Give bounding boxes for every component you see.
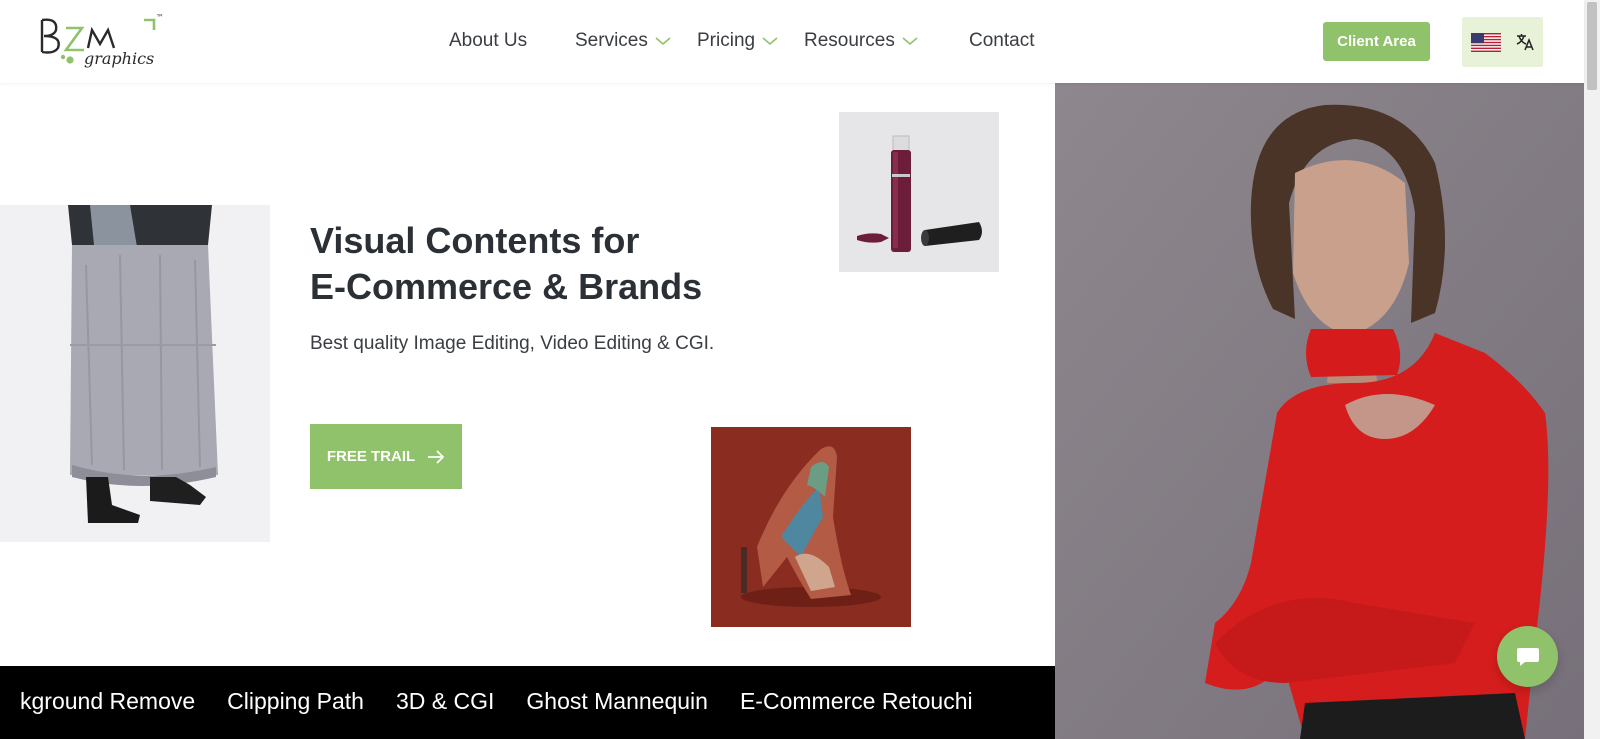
skirt-model-image xyxy=(0,205,270,542)
shoe-product-image xyxy=(711,427,911,627)
chevron-down-icon xyxy=(655,37,671,46)
ticker-item: kground Remove xyxy=(20,688,196,714)
language-switcher[interactable] xyxy=(1462,17,1543,67)
client-area-button[interactable]: Client Area xyxy=(1323,22,1430,61)
nav-contact[interactable]: Contact xyxy=(969,30,1034,52)
chevron-down-icon xyxy=(762,37,778,46)
hero-subtitle: Best quality Image Editing, Video Editin… xyxy=(310,333,715,354)
services-ticker: kground Remove Clipping Path 3D & CGI Gh… xyxy=(0,666,1055,739)
ticker-item: Ghost Mannequin xyxy=(526,688,708,714)
nav-resources[interactable]: Resources xyxy=(804,30,919,52)
scrollbar-thumb[interactable] xyxy=(1587,2,1597,90)
nav-about-label: About Us xyxy=(449,30,528,51)
hero-title: Visual Contents for E-Commerce & Brands xyxy=(310,218,702,310)
chat-button[interactable] xyxy=(1497,626,1558,687)
ticker-track: kground Remove Clipping Path 3D & CGI Gh… xyxy=(20,688,1005,715)
page-scrollbar[interactable] xyxy=(1584,0,1600,739)
nav-pricing[interactable]: Pricing xyxy=(697,30,779,52)
bzm-logo[interactable]: graphics ™ xyxy=(36,12,176,72)
ticker-item: Clipping Path xyxy=(227,688,364,714)
free-trail-button[interactable]: FREE TRAIL xyxy=(310,424,462,489)
free-trail-label: FREE TRAIL xyxy=(326,448,416,465)
nav-resources-label: Resources xyxy=(804,30,895,51)
ticker-item: 3D & CGI xyxy=(395,688,495,714)
bzm-logo-icon: graphics ™ xyxy=(40,13,164,68)
nav-pricing-label: Pricing xyxy=(697,30,756,51)
translate-icon xyxy=(1516,34,1534,51)
hero-title-line1: Visual Contents for xyxy=(310,220,640,261)
nav-contact-label: Contact xyxy=(969,30,1035,51)
arrow-right-icon xyxy=(428,449,445,464)
nav-services[interactable]: Services xyxy=(575,30,672,52)
us-flag-icon xyxy=(1470,32,1501,52)
logo-sub-text: graphics xyxy=(84,49,154,68)
chevron-down-icon xyxy=(902,37,918,46)
nav-services-label: Services xyxy=(575,30,648,51)
ticker-item: E-Commerce Retouchi xyxy=(739,688,973,714)
logo-tm: ™ xyxy=(156,13,164,22)
hero-title-line2: E-Commerce & Brands xyxy=(310,266,703,307)
chat-bubble-icon xyxy=(1516,647,1539,666)
lipstick-product-image xyxy=(839,112,999,272)
nav-about-us[interactable]: About Us xyxy=(449,30,527,52)
site-header: graphics ™ About Us Services Pricing Res… xyxy=(0,0,1584,83)
client-area-label: Client Area xyxy=(1337,33,1416,50)
